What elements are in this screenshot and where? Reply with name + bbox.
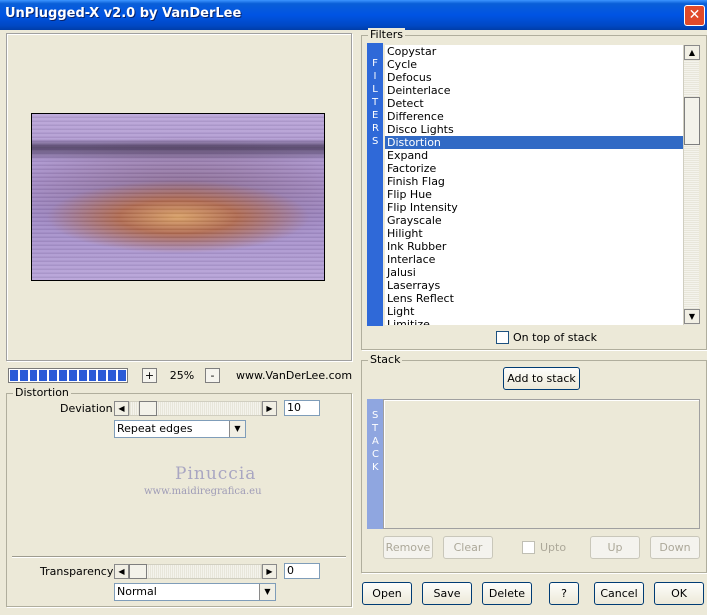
filter-list-item[interactable]: Copystar xyxy=(385,45,683,58)
filter-list-item[interactable]: Interlace xyxy=(385,253,683,266)
chevron-down-icon[interactable]: ▼ xyxy=(259,584,275,600)
edge-mode-select[interactable]: Repeat edges ▼ xyxy=(114,420,246,438)
upto-checkbox[interactable] xyxy=(522,541,535,554)
filter-list-item[interactable]: Grayscale xyxy=(385,214,683,227)
blend-mode-value: Normal xyxy=(117,585,157,598)
stack-side-label: S T A C K xyxy=(367,399,383,529)
website-link[interactable]: www.VanDerLee.com xyxy=(236,369,352,382)
on-top-of-stack-label: On top of stack xyxy=(513,331,597,344)
filter-list-item[interactable]: Factorize xyxy=(385,162,683,175)
upto-label: Upto xyxy=(540,541,567,554)
zoom-bar-cell xyxy=(49,370,58,381)
filter-list-item[interactable]: Flip Hue xyxy=(385,188,683,201)
filters-scrollbar[interactable]: ▲ ▼ xyxy=(683,45,700,325)
filter-list-item[interactable]: Detect xyxy=(385,97,683,110)
help-button[interactable]: ? xyxy=(549,582,579,605)
zoom-bar-cell xyxy=(10,370,18,381)
cancel-button[interactable]: Cancel xyxy=(594,582,644,605)
filter-list-item[interactable]: Distortion xyxy=(385,136,683,149)
blend-mode-select[interactable]: Normal ▼ xyxy=(114,583,276,601)
zoom-bar-cell xyxy=(19,370,28,381)
filter-list-item[interactable]: Difference xyxy=(385,110,683,123)
up-button[interactable]: Up xyxy=(590,536,640,559)
deviation-left-arrow-icon[interactable]: ◀ xyxy=(114,401,129,416)
filter-list-item[interactable]: Finish Flag xyxy=(385,175,683,188)
zoom-level: 25% xyxy=(169,369,195,382)
preview-image[interactable] xyxy=(31,113,325,281)
zoom-bar-cell xyxy=(88,370,97,381)
stack-side-text: S T A C K xyxy=(372,410,379,473)
zoom-bar-cell xyxy=(59,370,67,381)
zoom-out-button[interactable]: - xyxy=(205,368,220,383)
filter-list-item[interactable]: Limitize xyxy=(385,318,683,325)
transparency-left-arrow-icon[interactable]: ◀ xyxy=(114,564,129,579)
open-button[interactable]: Open xyxy=(362,582,412,605)
zoom-bar-cell xyxy=(118,370,126,381)
deviation-right-arrow-icon[interactable]: ▶ xyxy=(262,401,277,416)
filter-list-item[interactable]: Cycle xyxy=(385,58,683,71)
on-top-of-stack-checkbox[interactable] xyxy=(496,331,509,344)
zoom-bar-cell xyxy=(68,370,77,381)
filter-list-item[interactable]: Flip Intensity xyxy=(385,201,683,214)
filters-side-label: F I L T E R S xyxy=(367,43,383,326)
remove-button[interactable]: Remove xyxy=(383,536,433,559)
close-button[interactable]: ✕ xyxy=(684,5,705,26)
deviation-value-field[interactable]: 10 xyxy=(284,400,320,416)
filters-list[interactable]: Copystar Cycle Defocus Deinterlace Detect Dif… xyxy=(385,45,683,325)
down-button[interactable]: Down xyxy=(650,536,700,559)
stack-list[interactable] xyxy=(383,399,700,529)
zoom-bar-cell xyxy=(108,370,117,381)
zoom-bar-cell xyxy=(39,370,48,381)
filter-list-item[interactable]: Light xyxy=(385,305,683,318)
zoom-bar-cell xyxy=(29,370,38,381)
distortion-group-label: Distortion xyxy=(13,386,71,399)
delete-button[interactable]: Delete xyxy=(482,582,532,605)
filter-list-item[interactable]: Deinterlace xyxy=(385,84,683,97)
edge-mode-value: Repeat edges xyxy=(117,422,193,435)
filters-group-label: Filters xyxy=(368,28,405,41)
transparency-slider-thumb[interactable] xyxy=(129,564,147,579)
save-button[interactable]: Save xyxy=(422,582,472,605)
filter-list-item[interactable]: Expand xyxy=(385,149,683,162)
window-title: UnPlugged-X v2.0 by VanDerLee xyxy=(5,6,242,21)
deviation-slider-thumb[interactable] xyxy=(139,401,157,416)
add-to-stack-button[interactable]: Add to stack xyxy=(503,367,580,390)
deviation-label: Deviation xyxy=(60,402,113,415)
transparency-slider-track[interactable] xyxy=(129,564,262,579)
filter-list-item[interactable]: Ink Rubber xyxy=(385,240,683,253)
filter-list-item[interactable]: Jalusi xyxy=(385,266,683,279)
zoom-bar-cell xyxy=(78,370,87,381)
scroll-up-arrow-icon[interactable]: ▲ xyxy=(684,45,700,60)
zoom-progress-bar xyxy=(8,368,128,383)
clear-button[interactable]: Clear xyxy=(443,536,493,559)
filter-list-item[interactable]: Hilight xyxy=(385,227,683,240)
filter-list-item[interactable]: Disco Lights xyxy=(385,123,683,136)
stack-group-label: Stack xyxy=(368,353,403,366)
filters-scroll-thumb[interactable] xyxy=(684,97,700,145)
chevron-down-icon[interactable]: ▼ xyxy=(229,421,245,437)
filters-side-text: F I L T E R S xyxy=(372,58,379,147)
filter-list-item[interactable]: Defocus xyxy=(385,71,683,84)
watermark-name: Pinuccia xyxy=(175,464,257,484)
transparency-divider xyxy=(12,556,346,558)
filter-list-item[interactable]: Lens Reflect xyxy=(385,292,683,305)
zoom-bar-cell xyxy=(98,370,107,381)
transparency-right-arrow-icon[interactable]: ▶ xyxy=(262,564,277,579)
ok-button[interactable]: OK xyxy=(654,582,704,605)
scroll-down-arrow-icon[interactable]: ▼ xyxy=(684,309,700,324)
watermark-url: www.maidiregrafica.eu xyxy=(144,486,262,497)
zoom-in-button[interactable]: + xyxy=(142,368,157,383)
transparency-value-field[interactable]: 0 xyxy=(284,563,320,579)
transparency-label: Transparency xyxy=(40,565,114,578)
filter-list-item[interactable]: Laserrays xyxy=(385,279,683,292)
title-bar: UnPlugged-X v2.0 by VanDerLee ✕ xyxy=(0,0,707,30)
